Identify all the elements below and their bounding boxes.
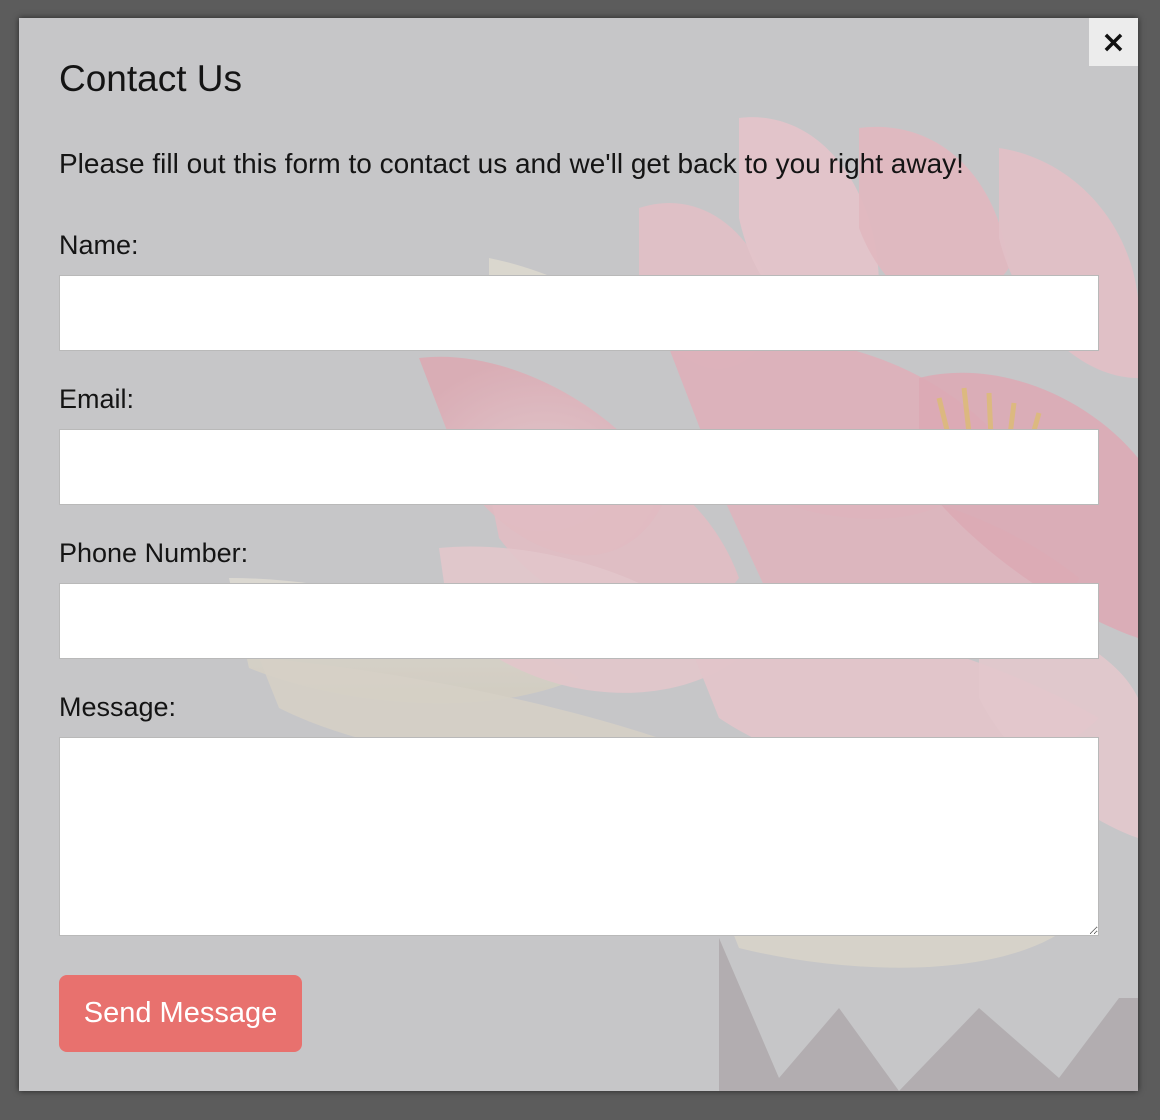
modal-title: Contact Us	[59, 58, 243, 99]
intro-text: Please fill out this form to contact us …	[59, 148, 964, 179]
close-button[interactable]: ×	[1089, 18, 1138, 66]
message-label: Message:	[59, 692, 177, 722]
message-field[interactable]	[59, 737, 1099, 936]
email-label: Email:	[59, 384, 135, 414]
email-field[interactable]	[59, 429, 1099, 505]
phone-field[interactable]	[59, 583, 1099, 659]
contact-modal: × Contact Us Please fill out this form t…	[19, 18, 1138, 1091]
phone-label: Phone Number:	[59, 538, 249, 568]
send-message-button[interactable]: Send Message	[59, 975, 302, 1052]
name-label: Name:	[59, 230, 139, 260]
name-field[interactable]	[59, 275, 1099, 351]
close-icon: ×	[1100, 25, 1127, 60]
